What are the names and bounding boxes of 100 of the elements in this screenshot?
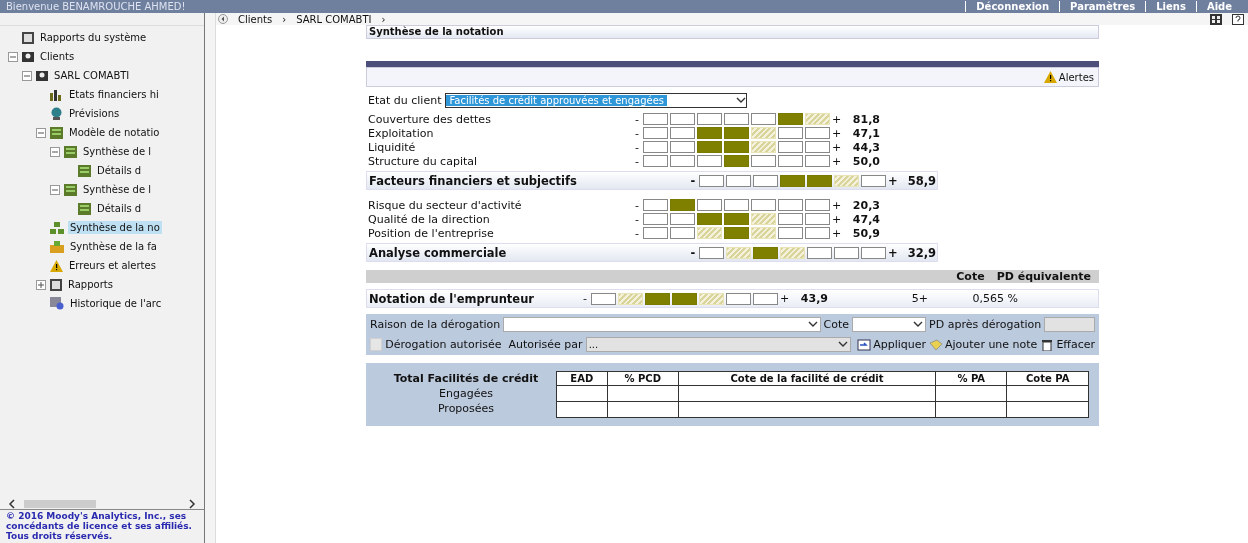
factor-score: 43,9 — [799, 292, 828, 305]
tree-item[interactable]: Clients — [38, 50, 77, 63]
collapse-icon[interactable] — [50, 146, 60, 157]
expand-icon[interactable] — [36, 279, 46, 290]
factor-score: 47,4 — [851, 212, 880, 226]
plus-sign: + — [832, 212, 840, 226]
tree-item[interactable]: Modèle de notatio — [67, 126, 162, 139]
plus-sign: + — [832, 154, 840, 168]
collapse-sidebar-icon[interactable] — [218, 14, 228, 24]
tree-item[interactable]: Synthèse de la fa — [68, 240, 159, 253]
checkbox[interactable] — [370, 338, 383, 351]
factor-label: Couverture des dettes — [367, 112, 492, 126]
tree-item[interactable]: Synthèse de la no — [68, 221, 162, 234]
minus-sign: - — [582, 292, 588, 305]
factor-label: Position de l'entreprise — [367, 226, 495, 240]
scroll-left-icon[interactable] — [8, 499, 16, 509]
minus-sign: - — [634, 226, 640, 240]
plus-sign: + — [780, 292, 788, 305]
help-icon[interactable] — [1232, 13, 1244, 25]
client-state-label: Etat du client — [368, 94, 442, 107]
alerts-link[interactable]: Alertes — [1058, 71, 1094, 83]
scroll-right-icon[interactable] — [188, 499, 196, 509]
plus-sign: + — [832, 112, 840, 126]
minus-sign: - — [634, 212, 640, 226]
factor-score: 81,8 — [851, 112, 880, 126]
trash-icon — [1040, 338, 1055, 351]
field-label: Cote — [823, 318, 849, 331]
plus-sign: + — [832, 198, 840, 212]
tree-item[interactable]: Prévisions — [67, 107, 122, 120]
factor-label: Exploitation — [367, 126, 435, 140]
tree-item[interactable]: Détails d — [95, 202, 144, 215]
grid-icon — [64, 183, 77, 196]
collapse-icon[interactable] — [36, 127, 46, 138]
factor-score: 50,9 — [851, 226, 880, 240]
plus-sign: + — [832, 226, 840, 240]
tree-item[interactable]: Erreurs et alertes — [67, 259, 158, 272]
pd-input[interactable] — [1044, 317, 1095, 332]
factor-label: Notation de l'emprunteur — [368, 291, 536, 306]
tree-item[interactable]: Rapports — [66, 278, 115, 291]
field-label: PD après dérogation — [929, 318, 1042, 331]
action-link[interactable]: Effacer — [1040, 338, 1095, 351]
scrollbar-thumb[interactable] — [24, 500, 96, 508]
document-icon — [50, 278, 62, 291]
row-label: Proposées — [437, 401, 495, 416]
collapse-icon[interactable] — [8, 51, 18, 62]
welcome-text: Bienvenue BENAMROUCHE AHMED! — [6, 1, 187, 12]
tree-item[interactable]: Détails d — [95, 164, 144, 177]
gift-icon — [50, 240, 64, 253]
breadcrumb-separator: › — [381, 13, 386, 25]
table-cell — [935, 385, 1007, 402]
warning-icon — [1043, 71, 1057, 83]
factor-label: Structure du capital — [367, 154, 479, 168]
minus-sign: - — [634, 140, 640, 154]
authorizer-select[interactable]: ... — [585, 337, 852, 352]
plus-sign: + — [832, 140, 840, 154]
collapse-icon[interactable] — [22, 70, 32, 81]
breadcrumb-link[interactable]: Clients — [238, 13, 273, 25]
action-link[interactable]: Appliquer — [857, 338, 926, 351]
factor-score: 44,3 — [851, 140, 880, 154]
column-header: Cote de la facilité de crédit — [678, 371, 936, 386]
factor-label: Facteurs financiers et subjectifs — [368, 173, 578, 188]
row-label: Engagées — [439, 386, 493, 401]
minus-sign: - — [634, 126, 640, 140]
pd-value: 0,565 % — [971, 292, 1018, 305]
apply-icon — [857, 338, 872, 351]
tree-item[interactable]: Synthèse de l — [81, 145, 153, 158]
plus-sign: + — [832, 126, 840, 140]
header-link[interactable]: Aide — [1195, 1, 1242, 12]
factor-score: 20,3 — [851, 198, 880, 212]
grid-icon — [50, 126, 63, 139]
minus-sign: - — [689, 245, 697, 260]
minus-sign: - — [634, 112, 640, 126]
factor-score: 58,9 — [906, 173, 936, 188]
action-link[interactable]: Ajouter une note — [929, 338, 1038, 351]
grid-icon — [78, 202, 91, 215]
document-icon — [22, 31, 34, 44]
plus-sign: + — [888, 245, 896, 260]
tree-item[interactable]: Etats financiers hi — [67, 88, 161, 101]
tree-item[interactable]: Historique de l'arc — [68, 297, 164, 310]
dropdown-caret-icon — [838, 341, 849, 348]
table-cell — [556, 385, 608, 402]
grade-select[interactable] — [852, 317, 927, 332]
reason-select[interactable] — [503, 317, 821, 332]
header-link[interactable]: Déconnexion — [965, 1, 1060, 12]
tree-item[interactable]: Synthèse de l — [81, 183, 153, 196]
tree-item[interactable]: Rapports du système — [38, 31, 149, 44]
field-label: Autorisée par — [508, 338, 583, 351]
table-cell — [935, 401, 1007, 418]
factor-label: Analyse commerciale — [368, 245, 508, 260]
breadcrumb-link[interactable]: SARL COMABTI — [296, 13, 372, 25]
grid-icon[interactable] — [1210, 13, 1222, 25]
header-link[interactable]: Paramètres — [1059, 1, 1146, 12]
column-header: Cote PA — [1006, 371, 1089, 386]
collapse-icon[interactable] — [50, 184, 60, 195]
tree-item[interactable]: SARL COMABTI — [52, 69, 132, 82]
table-cell — [607, 385, 679, 402]
field-label: Dérogation autorisée — [385, 338, 502, 351]
warning-icon — [50, 259, 63, 272]
header-link[interactable]: Liens — [1145, 1, 1196, 12]
table-cell — [556, 401, 608, 418]
